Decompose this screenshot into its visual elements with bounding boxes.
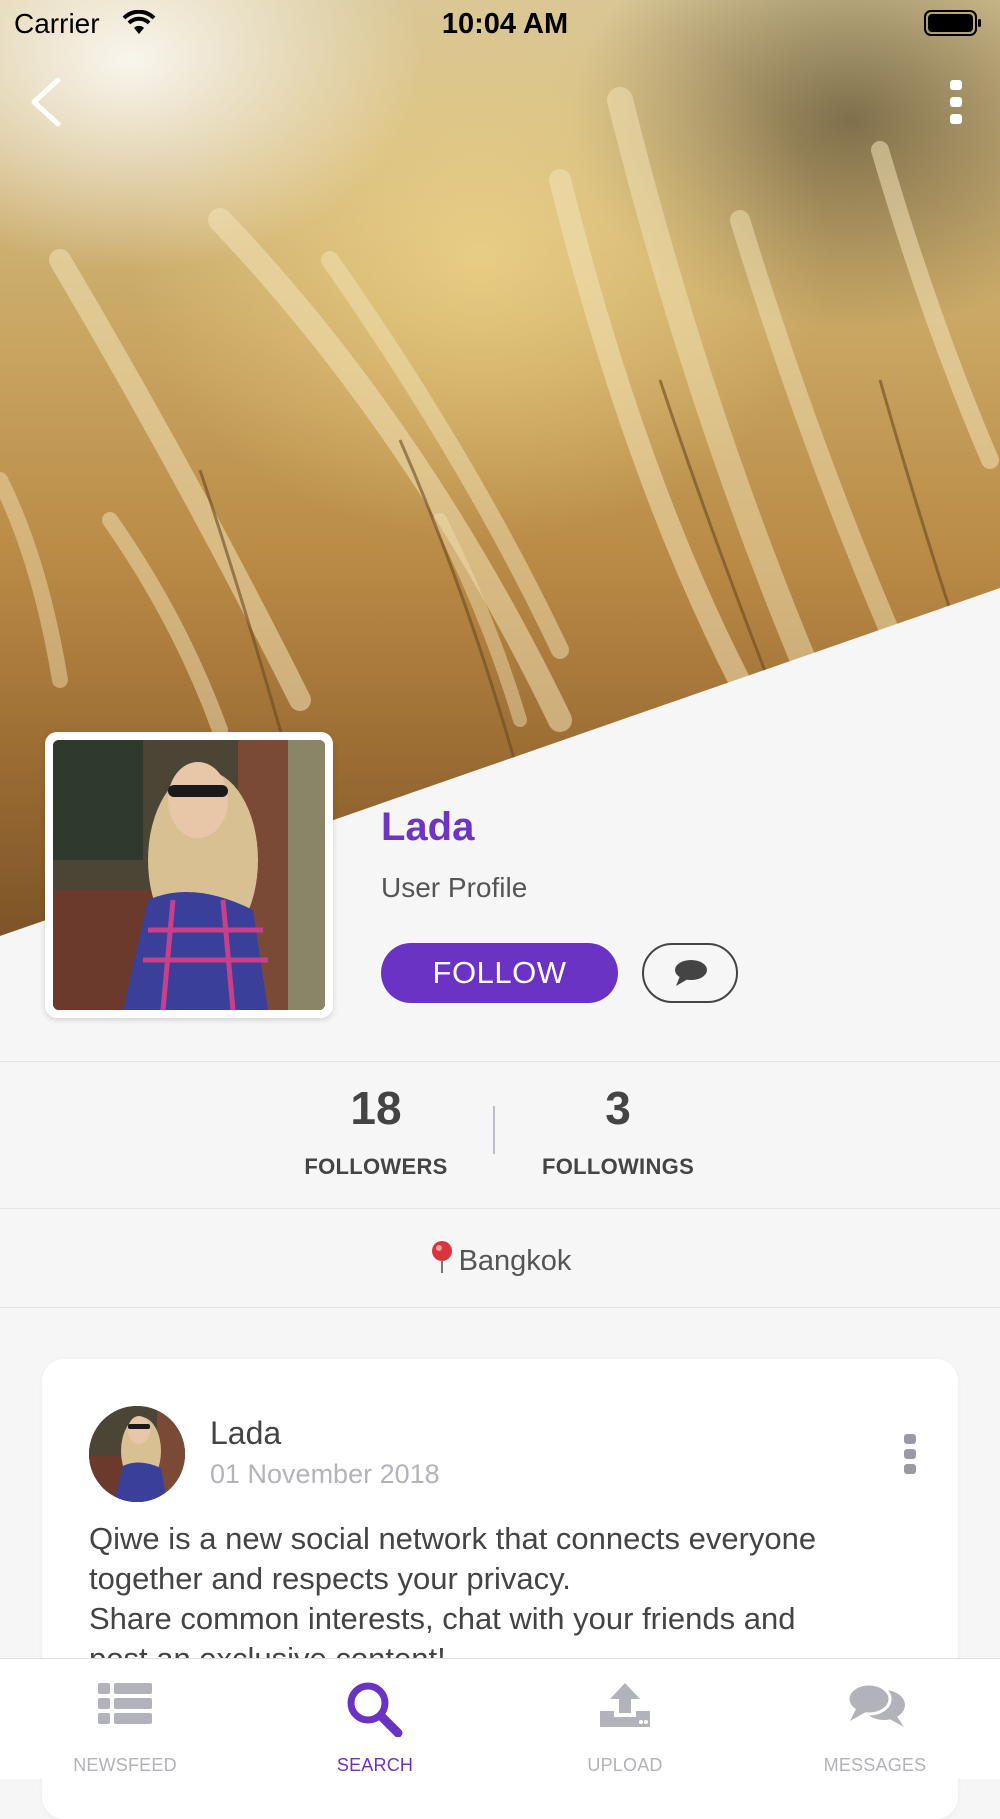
search-icon (347, 1682, 403, 1737)
profile-subtitle: User Profile (381, 872, 528, 903)
chevron-left-icon (31, 77, 61, 127)
followers-stat[interactable]: 18 FOLLOWERS (276, 1082, 476, 1180)
post-author-avatar[interactable] (89, 1406, 185, 1502)
divider (0, 1061, 1000, 1062)
tab-label: SEARCH (336, 1755, 414, 1775)
tab-messages[interactable]: MESSAGES (750, 1659, 1000, 1779)
status-time: 10:04 AM (441, 8, 569, 40)
tab-label: NEWSFEED (73, 1755, 177, 1775)
post-text-line: together and respects your privacy. (89, 1561, 571, 1596)
followings-label: FOLLOWINGS (541, 1154, 695, 1179)
upload-icon (600, 1683, 650, 1727)
divider (0, 1307, 1000, 1308)
followings-stat[interactable]: 3 FOLLOWINGS (518, 1082, 718, 1180)
location-text: Bangkok (458, 1245, 572, 1277)
chat-bubble-icon (675, 960, 707, 986)
more-vertical-icon (904, 1434, 916, 1474)
more-options-button[interactable] (936, 74, 976, 134)
map-pin-icon (431, 1241, 452, 1273)
post-text: Qiwe is a new social network that connec… (89, 1519, 919, 1679)
divider (0, 1208, 1000, 1209)
location-row: Bangkok (0, 1240, 1000, 1278)
post-date: 01 November 2018 (210, 1459, 440, 1489)
post-text-line: Qiwe is a new social network that connec… (89, 1521, 817, 1556)
tab-newsfeed[interactable]: NEWSFEED (0, 1659, 250, 1779)
battery-icon (924, 10, 981, 36)
messages-icon (846, 1682, 905, 1727)
follow-button[interactable]: FOLLOW (381, 943, 618, 1003)
followers-label: FOLLOWERS (304, 1154, 448, 1179)
post-options-button[interactable] (902, 1432, 918, 1476)
profile-name: Lada (381, 805, 475, 849)
tab-search[interactable]: SEARCH (250, 1659, 500, 1779)
status-bar: Carrier 10:04 AM (0, 0, 1000, 50)
tab-bar: NEWSFEED SEARCH UPLOAD MESSAGES (0, 1658, 1000, 1779)
followers-count: 18 (350, 1082, 402, 1134)
stats-separator (493, 1106, 495, 1154)
more-vertical-icon (950, 80, 962, 124)
profile-avatar (45, 732, 333, 1018)
tab-label: MESSAGES (823, 1755, 927, 1775)
message-button[interactable] (642, 943, 738, 1003)
post-author-name[interactable]: Lada (210, 1415, 281, 1452)
back-button[interactable] (22, 72, 72, 132)
tab-label: UPLOAD (587, 1755, 663, 1775)
post-text-line: Share common interests, chat with your f… (89, 1601, 796, 1636)
tab-upload[interactable]: UPLOAD (500, 1659, 750, 1779)
list-icon (98, 1683, 152, 1724)
followings-count: 3 (605, 1082, 631, 1134)
profile-photo (53, 740, 325, 1010)
